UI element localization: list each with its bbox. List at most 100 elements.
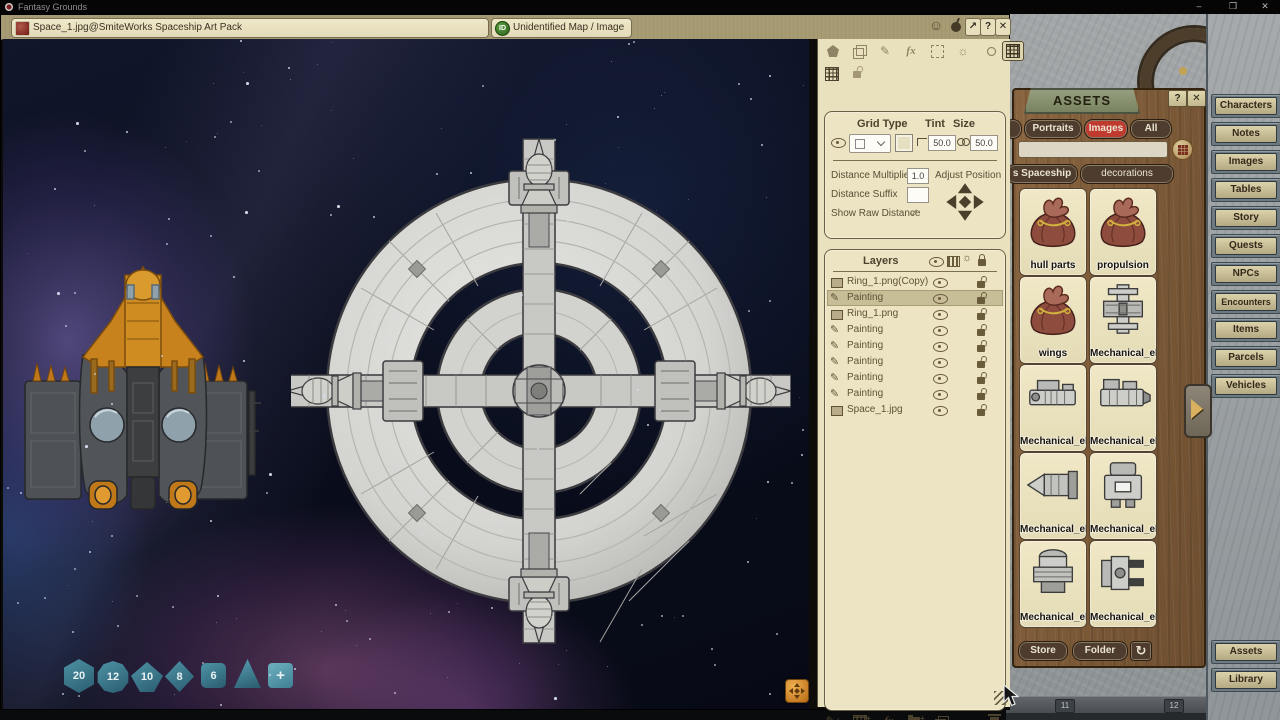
layer-lock-icon[interactable] <box>977 409 985 416</box>
lock-muted-icon[interactable] <box>848 65 866 81</box>
assets-tab-images[interactable]: Images <box>1084 119 1128 139</box>
layer-visibility-icon[interactable] <box>933 342 948 352</box>
link-size-icon[interactable] <box>957 138 969 145</box>
assets-tab-portraits[interactable]: Portraits <box>1024 119 1082 139</box>
lighting-tool-icon[interactable]: ☼ <box>954 43 972 59</box>
layer-lock-icon[interactable] <box>977 345 985 352</box>
layers-stack-icon[interactable] <box>850 43 868 59</box>
window-resize-icon[interactable]: ↗ <box>965 18 981 36</box>
layer-row[interactable]: ✎Painting <box>827 386 1003 402</box>
d6-die[interactable]: 6 <box>201 663 226 688</box>
layer-lock-icon[interactable] <box>977 377 985 384</box>
sidebar-item-characters[interactable]: Characters <box>1215 97 1277 115</box>
close-window-button[interactable]: ✕ <box>1254 1 1276 13</box>
layer-row[interactable]: ✎Painting <box>827 370 1003 386</box>
refresh-button[interactable]: ↻ <box>1130 641 1152 661</box>
window-close-button[interactable]: ✕ <box>995 18 1011 36</box>
layer-row[interactable]: ✎Painting <box>827 354 1003 370</box>
layers-visibility-icon[interactable] <box>929 257 944 267</box>
grid-size-height-input[interactable] <box>970 135 998 151</box>
sidebar-item-library[interactable]: Library <box>1215 671 1277 689</box>
stamps-tool-icon[interactable] <box>928 43 946 59</box>
asset-card[interactable]: Mechanical_el <box>1089 364 1157 452</box>
minimize-button[interactable]: – <box>1188 1 1210 13</box>
asset-card[interactable]: Mechanical_el <box>1019 540 1087 628</box>
tint-color-swatch[interactable] <box>895 134 913 152</box>
asset-card[interactable]: Mechanical_el <box>1089 540 1157 628</box>
spaceship-token[interactable] <box>23 263 263 518</box>
sidebar-item-parcels[interactable]: Parcels <box>1215 349 1277 367</box>
filter-chip-spaceship[interactable]: s Spaceship <box>1006 164 1078 184</box>
asset-card[interactable]: Mechanical_el <box>1019 452 1087 540</box>
adjust-position-dpad[interactable] <box>943 180 987 224</box>
layer-visibility-icon[interactable] <box>933 374 948 384</box>
add-die-button[interactable]: + <box>268 663 293 688</box>
layer-visibility-icon[interactable] <box>933 310 948 320</box>
sidebar-item-quests[interactable]: Quests <box>1215 237 1277 255</box>
map-pan-button[interactable] <box>785 679 809 703</box>
grid-visibility-icon[interactable] <box>831 138 846 148</box>
d10-die[interactable]: 10 <box>131 662 163 692</box>
layer-lock-icon[interactable] <box>977 329 985 336</box>
layer-lock-icon[interactable] <box>977 297 985 304</box>
hotkey-slot[interactable]: 11 <box>1055 699 1075 713</box>
layer-lock-icon[interactable] <box>977 313 985 320</box>
layer-visibility-icon[interactable] <box>933 358 948 368</box>
grid-view-button[interactable] <box>1172 139 1193 160</box>
assets-search-input[interactable] <box>1018 141 1168 158</box>
layer-row-selected[interactable]: ✎Painting <box>827 290 1003 306</box>
duplicate-layer-button[interactable] <box>932 713 950 720</box>
emote-smiley-icon[interactable]: ☺ <box>929 17 943 33</box>
layer-lock-icon[interactable] <box>977 393 985 400</box>
d8-die[interactable]: 8 <box>165 661 194 692</box>
add-folder-button[interactable]: + <box>906 713 924 720</box>
distance-suffix-input[interactable] <box>907 187 929 203</box>
store-button[interactable]: Store <box>1018 641 1068 661</box>
layer-row[interactable]: Space_1.jpg <box>827 402 1003 418</box>
sidebar-item-npcs[interactable]: NPCs <box>1215 265 1277 283</box>
layer-visibility-icon[interactable] <box>933 326 948 336</box>
sidebar-item-vehicles[interactable]: Vehicles <box>1215 377 1277 395</box>
layers-mask-icon[interactable] <box>947 256 960 267</box>
asset-card[interactable]: Mechanical_el <box>1089 452 1157 540</box>
distance-multiplier-input[interactable] <box>907 168 929 184</box>
map-canvas[interactable]: 20 12 10 8 6 + <box>3 39 809 709</box>
layer-row[interactable]: ✎Painting <box>827 338 1003 354</box>
assets-tab-all[interactable]: All <box>1130 119 1172 139</box>
assets-close-button[interactable]: ✕ <box>1187 90 1206 107</box>
space-station-token[interactable] <box>291 129 791 658</box>
effects-tool-icon[interactable]: fx <box>902 43 920 59</box>
sidebar-item-notes[interactable]: Notes <box>1215 125 1277 143</box>
grid-offset-icon[interactable] <box>917 138 927 146</box>
layers-lock-icon[interactable] <box>978 259 986 266</box>
layer-visibility-icon[interactable] <box>933 390 948 400</box>
grid-type-select[interactable] <box>849 134 891 153</box>
window-help-button[interactable]: ? <box>980 18 996 36</box>
layer-row[interactable]: ✎Painting <box>827 322 1003 338</box>
assets-help-button[interactable]: ? <box>1168 90 1187 107</box>
tab-unidentified-map[interactable]: ID Unidentified Map / Image <box>491 18 632 38</box>
layer-row[interactable]: Ring_1.png <box>827 306 1003 322</box>
sidebar-item-encounters[interactable]: Encounters <box>1215 293 1277 311</box>
show-raw-distance-check[interactable]: ✓ <box>909 206 919 220</box>
grid-size-width-input[interactable] <box>928 135 956 151</box>
delete-layer-button[interactable] <box>986 713 1004 720</box>
layer-lock-icon[interactable] <box>977 361 985 368</box>
asset-card[interactable]: wings <box>1019 276 1087 364</box>
dice-roller-icon[interactable] <box>824 43 842 59</box>
d12-die[interactable]: 12 <box>97 661 129 693</box>
asset-card[interactable]: Mechanical_el <box>1019 364 1087 452</box>
asset-card[interactable]: hull parts <box>1019 188 1087 276</box>
layer-lock-icon[interactable] <box>977 281 985 288</box>
layers-light-icon[interactable]: ☼ <box>962 252 972 264</box>
panel-expander-button[interactable] <box>1184 384 1212 438</box>
add-drawing-layer-button[interactable]: ✎+ <box>824 713 842 720</box>
d4-die[interactable] <box>234 659 261 688</box>
add-grid-layer-button[interactable]: + <box>852 713 870 720</box>
mask-tool-icon[interactable] <box>978 43 996 59</box>
sidebar-item-tables[interactable]: Tables <box>1215 181 1277 199</box>
folder-button[interactable]: Folder <box>1072 641 1128 661</box>
hotkey-slot[interactable]: 12 <box>1164 699 1184 713</box>
window-resize-grip[interactable] <box>994 691 1008 705</box>
tab-space1[interactable]: Space_1.jpg@SmiteWorks Spaceship Art Pac… <box>11 18 489 38</box>
